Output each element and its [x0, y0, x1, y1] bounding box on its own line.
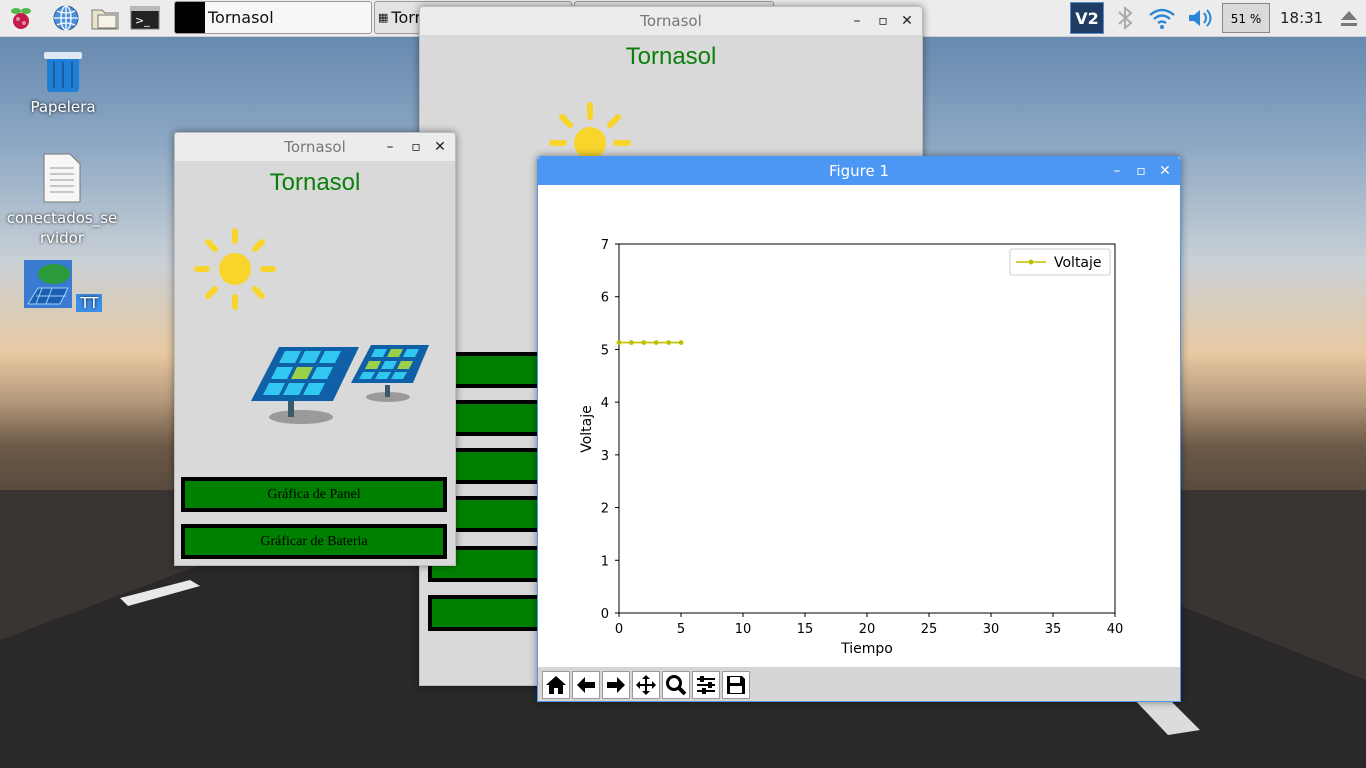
- figure-toolbar: [538, 667, 1180, 701]
- home-icon[interactable]: [542, 671, 570, 699]
- desktop-icon-trash[interactable]: Papelera: [8, 44, 118, 116]
- sun-icon: [194, 228, 276, 310]
- solar-panels-icon: [251, 345, 429, 424]
- x-tick-label: 0: [615, 622, 623, 637]
- y-tick-label: 1: [601, 554, 609, 569]
- data-point: [653, 340, 659, 345]
- data-point: [666, 340, 671, 345]
- x-tick-label: 35: [1045, 622, 1062, 637]
- window-titlebar[interactable]: Tornasol – ▫ ✕: [420, 7, 922, 35]
- maximize-icon[interactable]: ▫: [1130, 157, 1152, 185]
- close-icon[interactable]: ✕: [896, 7, 918, 35]
- y-tick-label: 7: [601, 238, 609, 253]
- svg-text:>_: >_: [135, 14, 150, 27]
- sun-icon: [549, 102, 631, 159]
- wifi-icon[interactable]: [1147, 3, 1177, 33]
- window-title: Tornasol: [284, 138, 346, 156]
- y-tick-label: 2: [601, 502, 609, 517]
- y-tick-label: 6: [601, 291, 609, 306]
- solar-leaf-app-icon: [23, 260, 72, 308]
- task-label: Torr: [391, 8, 422, 27]
- close-icon[interactable]: ✕: [429, 133, 451, 161]
- x-tick-label: 25: [921, 622, 938, 637]
- maximize-icon[interactable]: ▫: [872, 7, 894, 35]
- task-label: Tornasol: [208, 8, 274, 27]
- x-tick-label: 15: [797, 622, 814, 637]
- data-point: [678, 340, 684, 345]
- cpu-monitor-icon[interactable]: 51 %: [1222, 3, 1270, 33]
- battery-level: 51 %: [1230, 12, 1262, 26]
- trash-icon: [44, 52, 82, 92]
- plot-area: [618, 243, 1116, 614]
- bluetooth-icon[interactable]: [1110, 3, 1140, 33]
- forward-icon[interactable]: [602, 671, 630, 699]
- x-tick-label: 20: [859, 622, 876, 637]
- text-file-icon: [43, 153, 81, 203]
- close-icon[interactable]: ✕: [1154, 157, 1176, 185]
- y-tick-label: 4: [601, 396, 609, 411]
- button-label: Gráficar de Bateria: [260, 534, 368, 549]
- window-titlebar[interactable]: Figure 1 – ▫ ✕: [538, 157, 1180, 185]
- configure-icon[interactable]: [692, 671, 720, 699]
- x-tick-label: 30: [983, 622, 1000, 637]
- window-title: Tornasol: [640, 12, 702, 30]
- zoom-icon[interactable]: [662, 671, 690, 699]
- y-tick-label: 0: [601, 607, 609, 622]
- window-icon: ▦: [378, 11, 389, 24]
- figure-window: Figure 1 – ▫ ✕ 0 5 10 15 20 25 30 35 40 0 1 2 3 4 5 6 7 …: [537, 156, 1181, 702]
- chart-legend: Voltaje: [1009, 248, 1111, 276]
- y-tick-label: 3: [601, 449, 609, 464]
- legend-label: Voltaje: [1054, 255, 1102, 271]
- x-tick-label: 40: [1107, 622, 1124, 637]
- button-label: Gráfica de Panel: [267, 487, 361, 502]
- minimize-icon[interactable]: –: [1106, 157, 1128, 185]
- file-manager-icon[interactable]: [90, 3, 120, 33]
- desktop-icon-label: TT: [76, 294, 103, 312]
- browser-globe-icon[interactable]: [51, 3, 81, 33]
- minimize-icon[interactable]: –: [379, 133, 401, 161]
- clock[interactable]: 18:31: [1280, 0, 1323, 36]
- terminal-icon[interactable]: >_: [130, 3, 160, 33]
- window-titlebar[interactable]: Tornasol – ▫ ✕: [175, 133, 455, 161]
- task-tornasol[interactable]: Tornasol: [174, 1, 372, 34]
- back-button-6[interactable]: [428, 595, 548, 631]
- desktop-icon-label: Papelera: [30, 98, 96, 116]
- app-window-icon: [175, 2, 205, 33]
- app-title: Tornasol: [269, 169, 361, 196]
- pan-icon[interactable]: [632, 671, 660, 699]
- minimize-icon[interactable]: –: [846, 7, 868, 35]
- vnc-icon[interactable]: V2: [1070, 2, 1104, 34]
- desktop-icon-file[interactable]: conectados_se rvidor: [6, 152, 118, 248]
- legend-marker: [1028, 259, 1034, 265]
- battery-graph-button[interactable]: Gráficar de Bateria: [181, 524, 447, 559]
- data-point: [616, 340, 622, 345]
- voltage-chart[interactable]: 0 5 10 15 20 25 30 35 4001234567 Voltaje Tiempo …: [538, 185, 1180, 665]
- desktop-icon-label: conectados_se rvidor: [6, 209, 118, 247]
- x-tick-label: 5: [677, 622, 685, 637]
- maximize-icon[interactable]: ▫: [405, 133, 427, 161]
- window-title: Figure 1: [828, 162, 890, 180]
- save-icon[interactable]: [722, 671, 750, 699]
- panel-graph-button[interactable]: Gráfica de Panel: [181, 477, 447, 512]
- raspberry-menu-icon[interactable]: [6, 3, 36, 33]
- desktop-icon-tt[interactable]: TT: [8, 260, 118, 312]
- app-title: Tornasol: [625, 43, 717, 70]
- y-axis-label: Voltaje: [579, 405, 595, 453]
- data-point: [629, 340, 634, 345]
- back-icon[interactable]: [572, 671, 600, 699]
- tornasol-window: Tornasol – ▫ ✕ Tornasol Gráfica de Panel…: [174, 132, 456, 566]
- x-axis-label: Tiempo: [840, 641, 893, 657]
- volume-icon[interactable]: [1185, 3, 1215, 33]
- y-tick-label: 5: [601, 343, 609, 358]
- data-point: [641, 340, 647, 345]
- x-tick-label: 10: [735, 622, 752, 637]
- eject-icon[interactable]: [1334, 3, 1364, 33]
